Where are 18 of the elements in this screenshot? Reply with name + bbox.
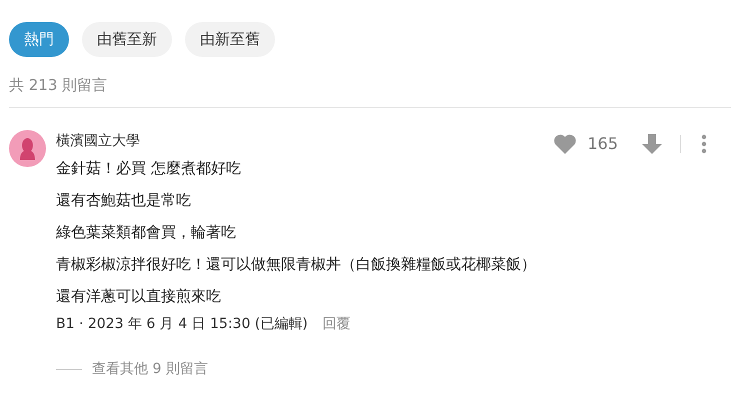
more-replies-link[interactable]: 查看其他 9 則留言 [92,359,208,380]
avatar-icon [9,130,46,167]
comment-count: 共 213 則留言 [9,76,108,94]
author-name: 橫濱國立大學 [56,132,140,151]
sort-tab[interactable]: 由舊至新 [82,22,172,57]
sort-tab[interactable]: 熱門 [9,22,69,57]
sort-tab[interactable]: 由新至舊 [185,22,275,57]
heart-icon[interactable] [553,133,578,155]
comment-meta: B1 · 2023 年 6 月 4 日 15:30 (已編輯) [56,315,308,334]
more-icon[interactable] [701,134,707,154]
comment-line: 金針菇！必買 怎麼煮都好吃 [56,158,242,179]
comment-line: 綠色葉菜類都會買，輪著吃 [56,222,237,243]
comment-line: 還有洋蔥可以直接煎來吃 [56,286,222,307]
down-arrow-icon[interactable] [641,133,663,155]
comment-line: 青椒彩椒涼拌很好吃！還可以做無限青椒丼（白飯換雜糧飯或花椰菜飯） [56,254,537,275]
like-count: 165 [587,133,618,155]
comment-line: 還有杏鮑菇也是常吃 [56,190,192,211]
reply-link[interactable]: 回覆 [322,314,351,335]
